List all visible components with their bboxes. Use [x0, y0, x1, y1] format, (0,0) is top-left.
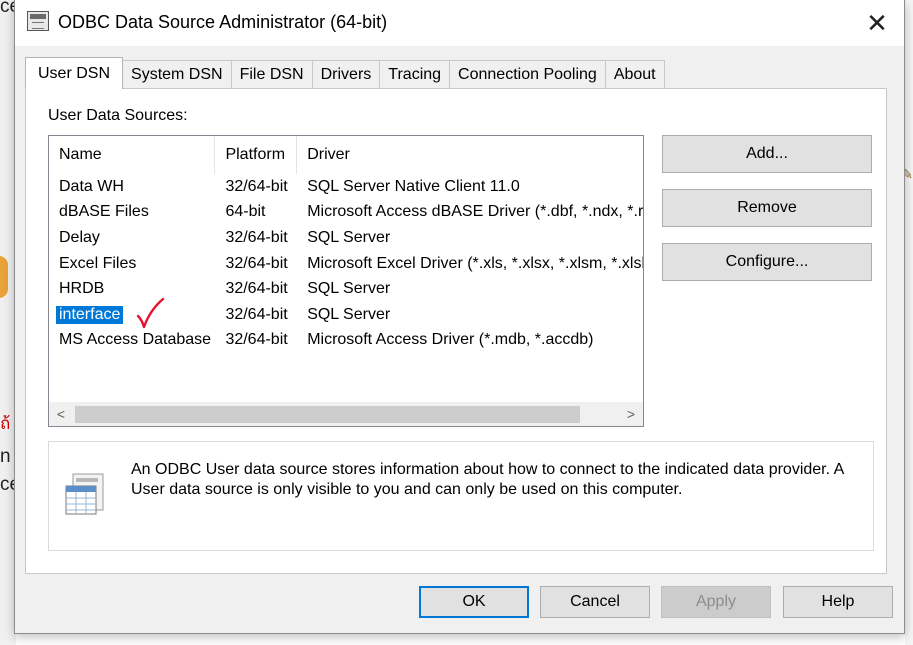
- info-description: An ODBC User data source stores informat…: [131, 461, 844, 498]
- scroll-left-icon[interactable]: <: [49, 402, 73, 426]
- list-row[interactable]: dBASE Files 64-bit Microsoft Access dBAS…: [49, 200, 643, 226]
- remove-button[interactable]: Remove: [662, 189, 872, 227]
- list-row[interactable]: Data WH 32/64-bit SQL Server Native Clie…: [49, 174, 643, 200]
- tab-drivers[interactable]: Drivers: [311, 60, 381, 88]
- horizontal-scrollbar[interactable]: < >: [49, 402, 643, 426]
- row-name: Excel Files: [59, 254, 137, 272]
- row-driver: SQL Server: [307, 228, 391, 246]
- row-driver: SQL Server Native Client 11.0: [307, 177, 520, 195]
- row-name: Delay: [59, 228, 100, 246]
- user-dsn-panel: User Data Sources: Name Platform Driver …: [25, 88, 887, 574]
- row-platform: 32/64-bit: [225, 228, 288, 246]
- list-row[interactable]: Excel Files 32/64-bit Microsoft Excel Dr…: [49, 251, 643, 277]
- row-name: interface: [49, 305, 215, 324]
- row-platform: 32/64-bit: [225, 177, 288, 195]
- list-row[interactable]: Delay 32/64-bit SQL Server: [49, 225, 643, 251]
- row-name: HRDB: [59, 280, 105, 298]
- row-driver: Microsoft Access Driver (*.mdb, *.accdb): [307, 331, 594, 349]
- data-source-list[interactable]: Name Platform Driver Data WH 32/64-bit S…: [48, 135, 644, 427]
- list-row[interactable]: MS Access Database 32/64-bit Microsoft A…: [49, 328, 643, 354]
- row-driver: Microsoft Access dBASE Driver (*.dbf, *.…: [307, 203, 643, 221]
- row-driver: SQL Server: [307, 280, 391, 298]
- window-title: ODBC Data Source Administrator (64-bit): [58, 12, 388, 32]
- info-group: An ODBC User data source stores informat…: [48, 441, 874, 551]
- scroll-thumb[interactable]: [75, 406, 580, 423]
- column-header-driver[interactable]: Driver: [297, 136, 643, 174]
- close-icon: ✕: [866, 7, 888, 38]
- ok-button[interactable]: OK: [419, 586, 529, 618]
- tab-file-dsn[interactable]: File DSN: [230, 60, 313, 88]
- data-table-icon: [65, 473, 104, 515]
- tab-user-dsn[interactable]: User DSN: [25, 57, 124, 89]
- close-button[interactable]: ✕: [850, 0, 904, 46]
- row-platform: 32/64-bit: [225, 305, 288, 323]
- row-platform: 32/64-bit: [225, 254, 288, 272]
- tab-system-dsn[interactable]: System DSN: [122, 60, 232, 88]
- scroll-right-icon[interactable]: >: [619, 402, 643, 426]
- background-app-right: ✎: [901, 0, 913, 645]
- odbc-window-icon: [27, 11, 49, 31]
- tab-about[interactable]: About: [604, 60, 665, 88]
- column-header-platform[interactable]: Platform: [215, 136, 298, 174]
- apply-button[interactable]: Apply: [661, 586, 771, 618]
- help-button[interactable]: Help: [783, 586, 893, 618]
- row-platform: 32/64-bit: [225, 280, 288, 298]
- background-badge-icon: [0, 256, 8, 298]
- row-name: MS Access Database: [59, 331, 212, 349]
- tab-tracing[interactable]: Tracing: [379, 60, 451, 88]
- scroll-track[interactable]: [73, 402, 619, 426]
- odbc-dialog: ODBC Data Source Administrator (64-bit) …: [14, 0, 905, 634]
- cancel-button[interactable]: Cancel: [540, 586, 650, 618]
- red-checkmark-icon: [136, 297, 165, 329]
- list-header: Name Platform Driver: [49, 136, 643, 174]
- add-button[interactable]: Add...: [662, 135, 872, 173]
- row-platform: 32/64-bit: [225, 331, 288, 349]
- column-header-name[interactable]: Name: [49, 136, 216, 174]
- background-text-red: ถ้: [0, 414, 11, 433]
- configure-button[interactable]: Configure...: [662, 243, 872, 281]
- row-name: dBASE Files: [59, 203, 149, 221]
- row-platform: 64-bit: [225, 203, 266, 221]
- tab-strip: User DSN System DSN File DSN Drivers Tra…: [25, 57, 665, 89]
- row-driver: Microsoft Excel Driver (*.xls, *.xlsx, *…: [307, 254, 643, 272]
- row-driver: SQL Server: [307, 305, 391, 323]
- user-data-sources-label: User Data Sources:: [48, 107, 188, 124]
- title-bar: ODBC Data Source Administrator (64-bit) …: [15, 0, 904, 46]
- row-name: Data WH: [59, 177, 124, 195]
- tab-connection-pooling[interactable]: Connection Pooling: [449, 60, 606, 88]
- background-text: n: [0, 446, 11, 467]
